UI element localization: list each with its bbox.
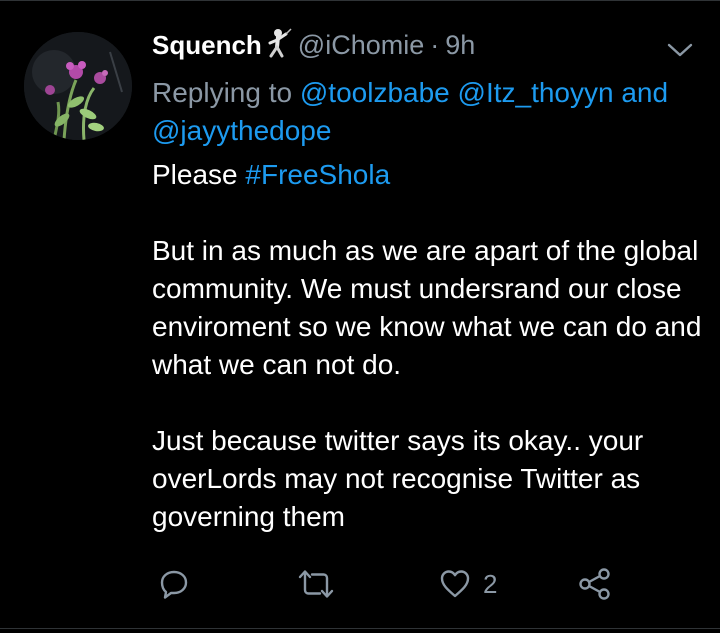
display-name[interactable]: Squench [152,30,262,60]
user-handle[interactable]: @iChomie [298,30,424,60]
retweet-icon [298,568,334,600]
bottom-divider [0,628,720,629]
share-button[interactable] [578,562,612,606]
reply-icon [158,568,190,600]
tweet-paragraph-3: Just because twitter says its okay.. you… [152,425,644,532]
avatar[interactable] [24,32,132,140]
reply-mention-jayythedope[interactable]: @jayythedope [152,115,331,146]
tweet-paragraph-2: But in as much as we are apart of the gl… [152,235,702,380]
avatar-flower-image [24,32,132,140]
hashtag-link[interactable]: #FreeShola [245,159,390,190]
reply-mention-itz-thoyyn[interactable]: @Itz_thoyyn [458,77,614,108]
top-divider [0,0,720,1]
replying-to-label: Replying to [152,77,293,108]
person-fencing-icon [264,28,292,63]
replying-to-line: Replying to @toolzbabe @Itz_thoyyn and @… [152,74,700,150]
separator-dot: · [430,30,440,60]
tweet-text-please: Please [152,159,238,190]
tweet-line-1: Please #FreeShola [152,156,708,194]
like-button[interactable]: 2 [439,562,497,606]
like-count: 2 [483,568,498,599]
tweet-header: Squench @iChomie · 9h [152,28,700,68]
tweet-actions: 2 [0,562,720,610]
reply-button[interactable] [158,562,190,606]
chevron-down-icon[interactable] [666,40,694,60]
retweet-button[interactable] [298,562,334,606]
heart-icon [439,568,471,600]
share-icon [578,567,612,601]
reply-and-link[interactable]: and [621,77,668,108]
tweet-timestamp[interactable]: 9h [445,30,475,60]
reply-mention-toolzbabe[interactable]: @toolzbabe [300,77,450,108]
tweet-body: Please #FreeShola But in as much as we a… [152,156,708,536]
